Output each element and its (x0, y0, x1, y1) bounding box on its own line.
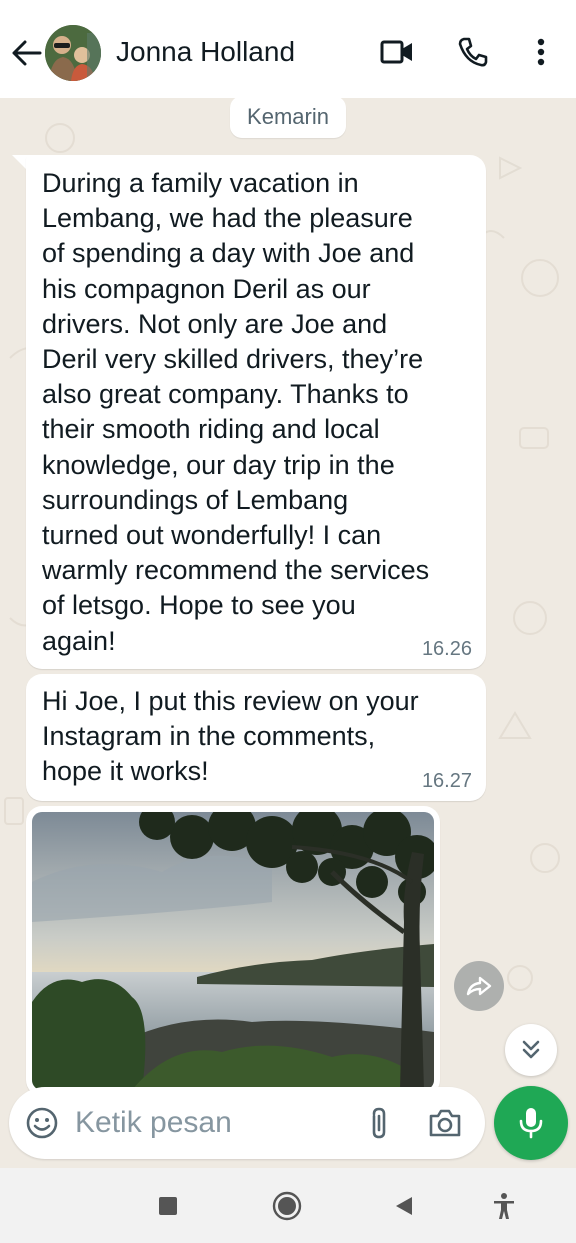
message-time: 16.26 (421, 638, 472, 660)
message-text: During a family vacation in Lembang, we … (42, 168, 430, 656)
double-chevron-down-icon[interactable] (505, 1024, 557, 1076)
message-text: Hi Joe, I put this review on your Instag… (42, 686, 419, 787)
forward-icon[interactable] (454, 961, 504, 1011)
accessibility-icon[interactable] (484, 1186, 524, 1226)
date-separator: Kemarin (230, 96, 346, 138)
avatar[interactable] (45, 25, 101, 81)
recents-icon[interactable] (148, 1186, 188, 1226)
message-bubble[interactable]: Hi Joe, I put this review on your Instag… (26, 674, 486, 801)
more-vertical-icon[interactable] (521, 32, 561, 72)
message-input[interactable] (75, 1100, 345, 1146)
home-icon[interactable] (267, 1186, 307, 1226)
message-time: 16.27 (421, 770, 472, 792)
message-composer (9, 1087, 485, 1159)
system-nav-bar (0, 1168, 576, 1243)
microphone-icon[interactable] (494, 1086, 568, 1160)
chat-header: Jonna Holland (0, 0, 576, 98)
phone-icon[interactable] (453, 32, 493, 72)
emoji-icon[interactable] (23, 1104, 61, 1142)
paperclip-icon[interactable] (359, 1103, 399, 1143)
camera-icon[interactable] (425, 1103, 465, 1143)
video-call-icon[interactable] (377, 32, 417, 72)
back-icon[interactable] (384, 1186, 424, 1226)
contact-name[interactable]: Jonna Holland (116, 36, 295, 68)
back-arrow-icon[interactable] (8, 34, 46, 72)
photo-image[interactable] (32, 812, 434, 1090)
message-bubble[interactable]: During a family vacation in Lembang, we … (26, 155, 486, 669)
image-message-bubble[interactable] (26, 806, 440, 1096)
